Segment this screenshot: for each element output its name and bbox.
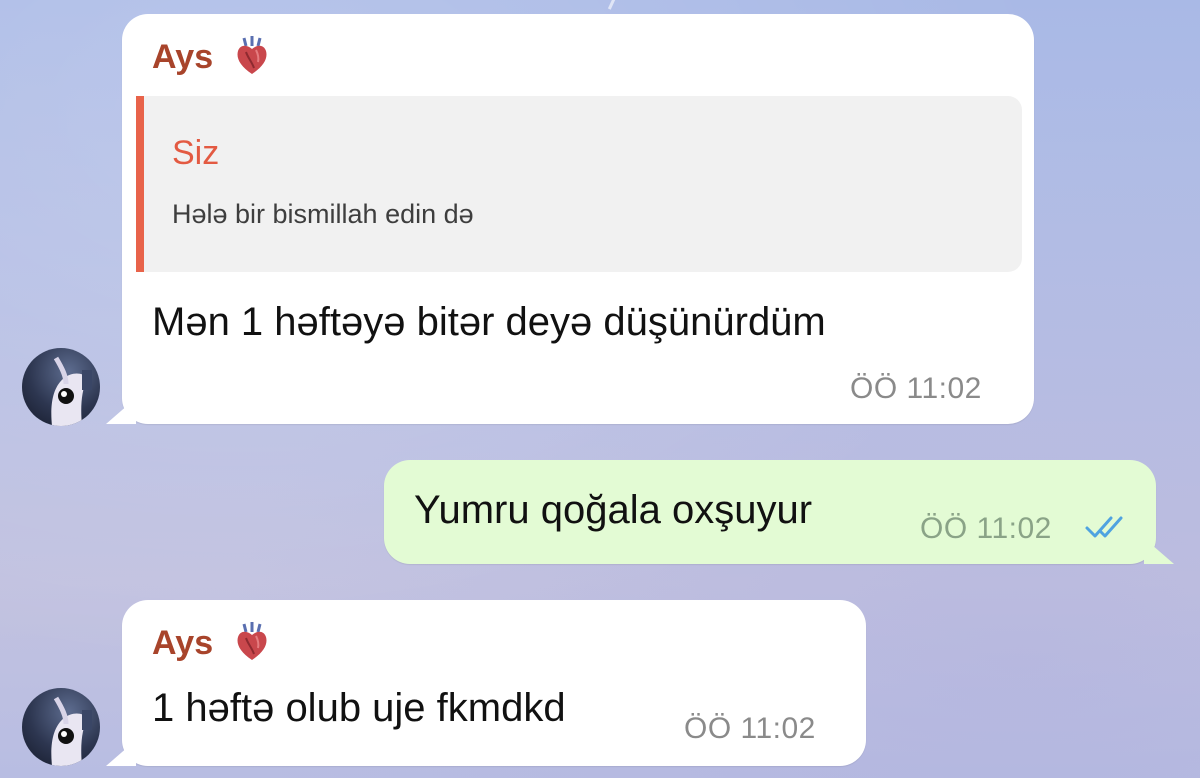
reply-text: Hələ bir bismillah edin də	[172, 199, 474, 229]
reply-accent-bar	[136, 96, 144, 272]
contact-avatar[interactable]	[22, 688, 100, 766]
anatomical-heart-icon	[237, 622, 267, 660]
message-time: ÖÖ 11:02	[684, 712, 816, 745]
reply-quote[interactable]: Siz Hələ bir bismillah edin də	[136, 96, 1022, 272]
contact-avatar[interactable]	[22, 348, 100, 426]
message-text: 1 həftə olub uje fkmdkd	[152, 686, 566, 730]
message-time: ÖÖ 11:02	[850, 372, 982, 405]
message-text: Mən 1 həftəyə bitər deyə düşünürdüm	[152, 300, 826, 344]
double-check-icon	[1085, 516, 1123, 538]
anatomical-heart-icon	[237, 36, 267, 74]
reply-sender-name: Siz	[172, 134, 220, 172]
sender-name[interactable]: Ays	[152, 38, 213, 77]
avatar-image	[51, 696, 92, 766]
sender-name[interactable]: Ays	[152, 624, 213, 663]
message-text: Yumru qoğala oxşuyur	[414, 488, 813, 532]
avatar-image	[51, 356, 92, 426]
message-time: ÖÖ 11:02	[920, 512, 1052, 545]
